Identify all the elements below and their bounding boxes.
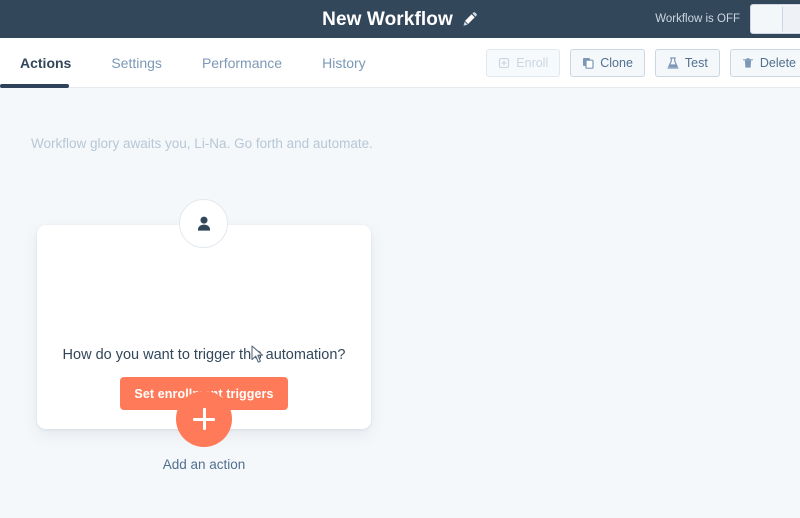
copy-icon [582, 57, 594, 69]
workflow-toggle-label: Workflow is OFF [655, 13, 740, 25]
add-action-label: Add an action [162, 457, 246, 472]
enroll-button[interactable]: Enroll [486, 49, 561, 77]
trigger-question-text: How do you want to trigger this automati… [62, 347, 346, 363]
workflow-toggle-group: Workflow is OFF [655, 0, 800, 38]
pencil-icon[interactable] [462, 11, 478, 27]
clone-button[interactable]: Clone [570, 49, 645, 77]
test-button[interactable]: Test [654, 49, 720, 77]
page-title: New Workflow [322, 8, 453, 30]
trash-icon [742, 57, 754, 69]
delete-button-label: Delete [759, 56, 796, 70]
contact-person-icon [179, 199, 228, 248]
enroll-icon [498, 57, 510, 69]
clone-button-label: Clone [600, 56, 633, 70]
tab-actions[interactable]: Actions [0, 38, 91, 88]
tab-settings-label: Settings [111, 55, 162, 71]
greeting-text: Workflow glory awaits you, Li-Na. Go for… [31, 136, 373, 151]
delete-button[interactable]: Delete [729, 49, 800, 77]
tab-actions-label: Actions [20, 55, 72, 71]
workflow-canvas: Workflow glory awaits you, Li-Na. Go for… [0, 89, 800, 518]
toggle-knob [752, 6, 783, 32]
workflow-on-off-toggle[interactable] [750, 4, 800, 34]
test-button-label: Test [684, 56, 708, 70]
enroll-button-label: Enroll [516, 56, 549, 70]
top-header-bar: New Workflow Workflow is OFF [0, 0, 800, 38]
tab-performance-label: Performance [201, 55, 283, 71]
tab-history-label: History [322, 55, 366, 71]
workflow-action-buttons: Enroll Clone Test Delete [486, 38, 800, 88]
add-action-button[interactable] [176, 391, 232, 447]
tab-list: Actions Settings Performance History [0, 38, 386, 88]
tab-history[interactable]: History [302, 38, 386, 88]
tab-performance[interactable]: Performance [182, 38, 302, 88]
flask-icon [667, 57, 679, 69]
tab-bar: Actions Settings Performance History Enr… [0, 38, 800, 88]
tab-settings[interactable]: Settings [91, 38, 182, 88]
